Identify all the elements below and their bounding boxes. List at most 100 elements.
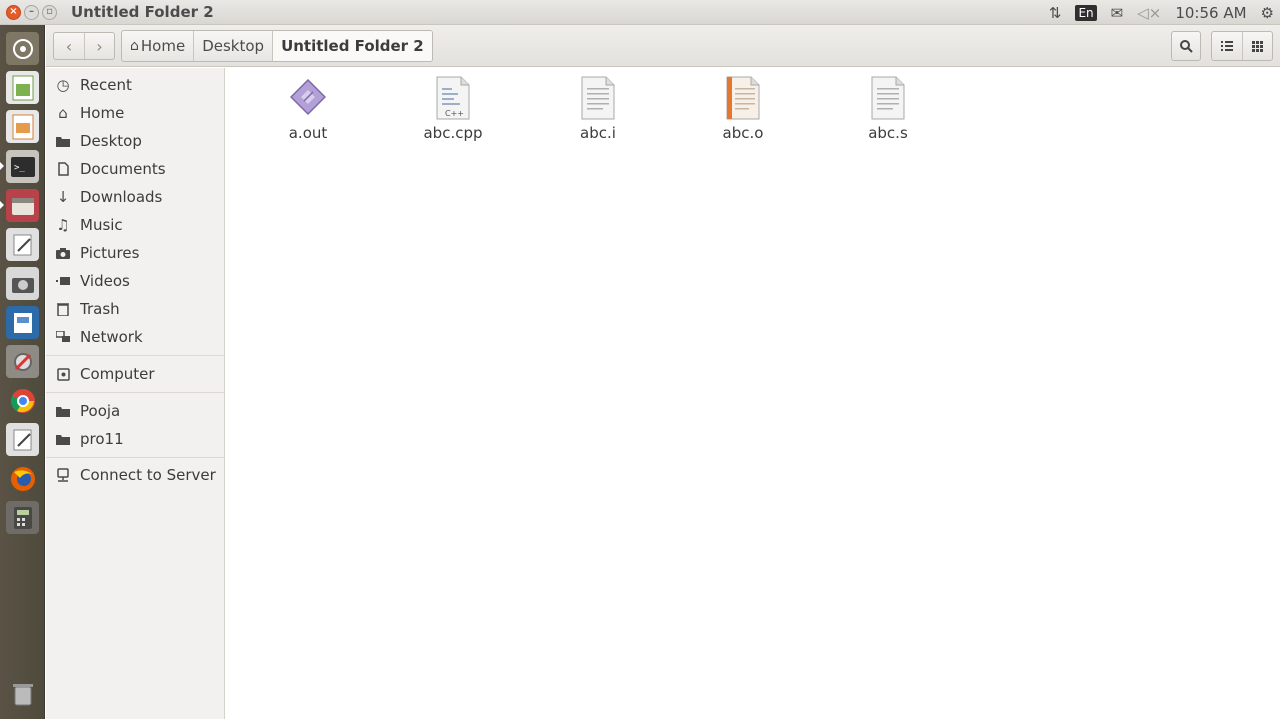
close-button[interactable]: × [6,4,21,20]
camera-icon [55,245,71,261]
back-button[interactable]: ‹ [54,33,84,59]
spreadsheet-app-icon[interactable] [6,71,39,104]
text-file-icon [581,76,615,120]
sidebar-item-documents[interactable]: Documents [46,156,224,182]
terminal-app-icon[interactable]: >_ [6,150,39,183]
calculator-app-icon[interactable] [6,501,39,534]
grid-view-button[interactable] [1242,32,1272,60]
file-name: abc.i [580,124,616,142]
sidebar-item-label: Music [80,216,123,234]
toolbar: ‹ › ⌂ Home Desktop Untitled Folder 2 [46,25,1280,67]
home-icon: ⌂ [58,104,68,122]
dash-icon[interactable] [6,32,39,65]
network-transfer-icon[interactable]: ⇅ [1049,4,1062,22]
sidebar-item-desktop[interactable]: Desktop [46,128,224,154]
sidebar-item-home[interactable]: ⌂ Home [46,100,224,126]
sidebar-item-trash[interactable]: Trash [46,296,224,322]
history-nav: ‹ › [53,32,115,60]
keyboard-layout-indicator[interactable]: En [1075,4,1097,21]
search-icon [1180,40,1193,53]
sidebar-item-pictures[interactable]: Pictures [46,240,224,266]
sidebar-item-downloads[interactable]: ↓ Downloads [46,184,224,210]
running-indicator [0,162,4,170]
sidebar-item-label: Computer [80,365,155,383]
sidebar-item-label: Connect to Server [80,466,216,484]
sidebar-item-computer[interactable]: Computer [46,361,224,387]
forward-button[interactable]: › [84,33,114,59]
file-item[interactable]: C++ abc.cpp [398,76,508,142]
clock-icon: ◷ [56,76,70,94]
server-icon [55,467,71,483]
sidebar-item-connect-to-server[interactable]: Connect to Server [46,462,224,488]
sidebar-item-network[interactable]: Network [46,324,224,350]
folder-icon [55,431,71,447]
window-controls: × – ▫ [6,4,57,20]
sidebar-item-videos[interactable]: Videos [46,268,224,294]
sidebar-separator [46,457,224,458]
running-indicator [0,201,4,209]
sidebar-item-pooja[interactable]: Pooja [46,398,224,424]
sidebar-item-label: Videos [80,272,130,290]
text-file-icon [871,76,905,120]
document-icon [55,161,71,177]
file-item[interactable]: abc.o [688,76,798,142]
view-switcher [1211,31,1273,61]
crumb-label: Home [140,37,186,55]
file-view[interactable]: a.out C++ abc.cpp abc.i abc.o abc.s [229,68,1280,719]
file-item[interactable]: abc.s [833,76,943,142]
power-gear-icon[interactable]: ⚙ [1261,4,1274,22]
gedit-app-icon[interactable] [6,423,39,456]
sidebar-item-music[interactable]: ♫ Music [46,212,224,238]
file-item[interactable]: a.out [253,76,363,142]
crumb-current-folder[interactable]: Untitled Folder 2 [272,31,432,61]
crumb-label: Untitled Folder 2 [281,37,424,55]
list-view-icon [1221,41,1233,51]
window-title: Untitled Folder 2 [71,3,214,21]
clock[interactable]: 10:56 AM [1175,4,1246,22]
sidebar: ◷ Recent ⌂ Home Desktop Documents ↓ Down… [46,68,225,719]
executable-icon [290,78,326,116]
file-name: a.out [288,124,328,142]
sidebar-item-label: Desktop [80,132,142,150]
crumb-label: Desktop [202,37,265,55]
presentation-app-icon[interactable] [6,110,39,143]
file-name: abc.s [868,124,908,142]
file-name: abc.cpp [423,124,483,142]
sidebar-separator [46,355,224,356]
mail-icon[interactable]: ✉ [1111,4,1124,22]
maximize-button[interactable]: ▫ [42,4,57,20]
search-button[interactable] [1171,31,1201,61]
network-icon [55,329,71,345]
sidebar-item-recent[interactable]: ◷ Recent [46,72,224,98]
system-settings-app-icon[interactable] [6,345,39,378]
list-view-button[interactable] [1212,32,1242,60]
folder-icon [55,133,71,149]
indicator-area: ⇅ En ✉ ◁× 10:56 AM ⚙ [1049,0,1274,25]
firefox-app-icon[interactable] [6,462,39,495]
sidebar-item-label: Home [80,104,125,122]
trash-launcher-icon[interactable] [6,677,39,710]
text-editor-app-icon[interactable] [6,228,39,261]
sidebar-item-pro11[interactable]: pro11 [46,426,224,452]
crumb-home[interactable]: ⌂ Home [122,31,193,61]
sidebar-item-label: Pooja [80,402,121,420]
volume-muted-icon[interactable]: ◁× [1137,4,1161,22]
launcher: >_ [0,25,45,719]
document-viewer-app-icon[interactable] [6,306,39,339]
sidebar-item-label: Downloads [80,188,163,206]
crumb-desktop[interactable]: Desktop [193,31,272,61]
music-icon: ♫ [56,216,70,234]
sidebar-item-label: pro11 [80,430,124,448]
sidebar-item-label: Recent [80,76,132,94]
files-app-icon[interactable] [6,189,39,222]
top-panel: × – ▫ Untitled Folder 2 ⇅ En ✉ ◁× 10:56 … [0,0,1280,25]
minimize-button[interactable]: – [24,4,39,20]
trash-icon [55,301,71,317]
object-file-icon [726,76,760,120]
sidebar-item-label: Documents [80,160,166,178]
screenshot-app-icon[interactable] [6,267,39,300]
file-item[interactable]: abc.i [543,76,653,142]
chrome-app-icon[interactable] [6,384,39,417]
svg-text:C++: C++ [445,109,464,118]
sidebar-item-label: Trash [80,300,120,318]
